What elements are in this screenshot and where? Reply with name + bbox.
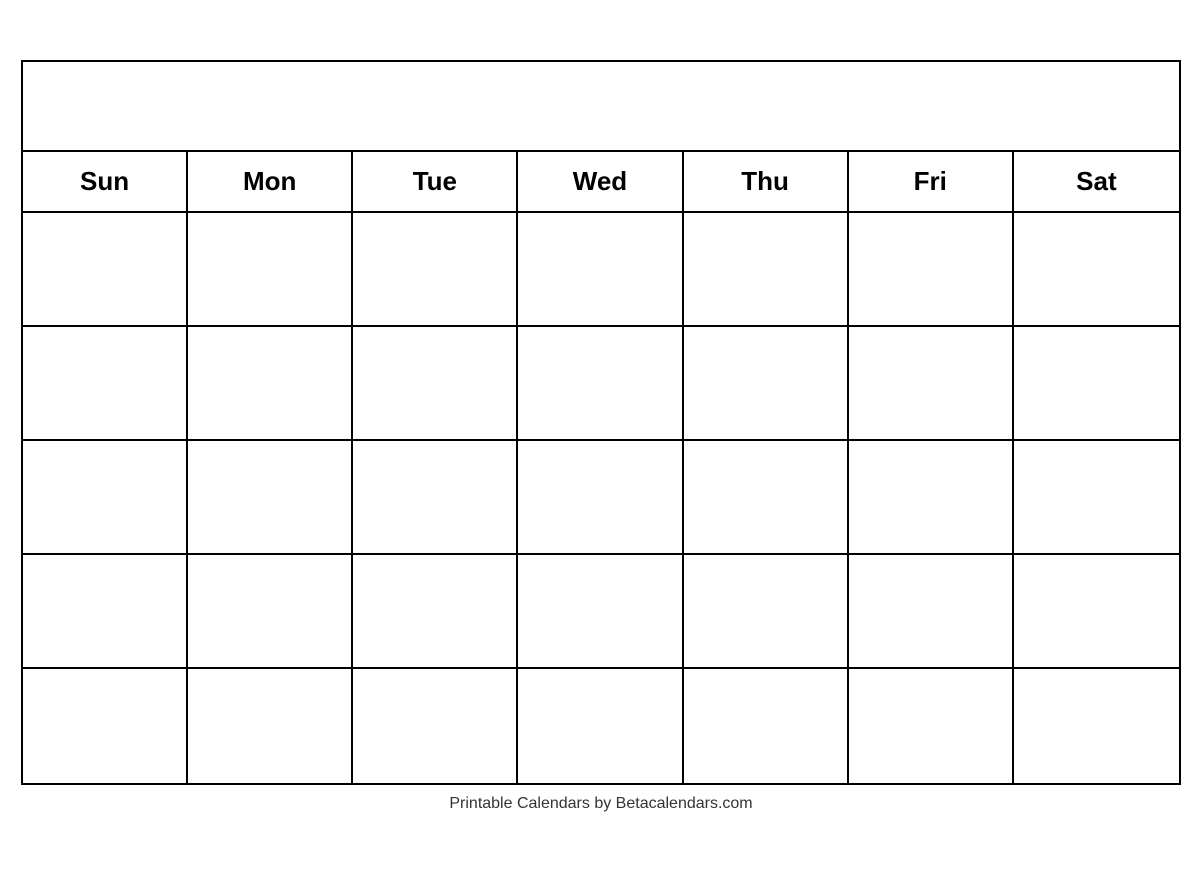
- calendar-week-5: [23, 669, 1179, 783]
- cell-w2-wed[interactable]: [518, 327, 683, 439]
- cell-w2-tue[interactable]: [353, 327, 518, 439]
- header-wed: Wed: [518, 152, 683, 211]
- cell-w4-mon[interactable]: [188, 555, 353, 667]
- cell-w4-tue[interactable]: [353, 555, 518, 667]
- cell-w3-wed[interactable]: [518, 441, 683, 553]
- footer-text: Printable Calendars by Betacalendars.com: [21, 795, 1181, 813]
- cell-w3-thu[interactable]: [684, 441, 849, 553]
- cell-w3-sat[interactable]: [1014, 441, 1179, 553]
- cell-w1-thu[interactable]: [684, 213, 849, 325]
- calendar-wrapper: Sun Mon Tue Wed Thu Fri Sat: [21, 60, 1181, 813]
- calendar-title-row: [23, 62, 1179, 152]
- cell-w1-mon[interactable]: [188, 213, 353, 325]
- cell-w4-fri[interactable]: [849, 555, 1014, 667]
- cell-w5-tue[interactable]: [353, 669, 518, 783]
- calendar-week-4: [23, 555, 1179, 669]
- cell-w5-fri[interactable]: [849, 669, 1014, 783]
- cell-w5-sun[interactable]: [23, 669, 188, 783]
- cell-w5-wed[interactable]: [518, 669, 683, 783]
- header-thu: Thu: [684, 152, 849, 211]
- cell-w2-sun[interactable]: [23, 327, 188, 439]
- calendar-week-2: [23, 327, 1179, 441]
- header-fri: Fri: [849, 152, 1014, 211]
- header-sat: Sat: [1014, 152, 1179, 211]
- cell-w5-mon[interactable]: [188, 669, 353, 783]
- calendar-week-3: [23, 441, 1179, 555]
- cell-w1-tue[interactable]: [353, 213, 518, 325]
- cell-w5-sat[interactable]: [1014, 669, 1179, 783]
- cell-w1-sat[interactable]: [1014, 213, 1179, 325]
- cell-w3-sun[interactable]: [23, 441, 188, 553]
- header-sun: Sun: [23, 152, 188, 211]
- cell-w4-thu[interactable]: [684, 555, 849, 667]
- cell-w2-fri[interactable]: [849, 327, 1014, 439]
- calendar-week-1: [23, 213, 1179, 327]
- cell-w3-tue[interactable]: [353, 441, 518, 553]
- cell-w3-mon[interactable]: [188, 441, 353, 553]
- cell-w3-fri[interactable]: [849, 441, 1014, 553]
- cell-w1-fri[interactable]: [849, 213, 1014, 325]
- cell-w4-wed[interactable]: [518, 555, 683, 667]
- cell-w2-sat[interactable]: [1014, 327, 1179, 439]
- cell-w4-sat[interactable]: [1014, 555, 1179, 667]
- cell-w2-thu[interactable]: [684, 327, 849, 439]
- calendar-container: Sun Mon Tue Wed Thu Fri Sat: [21, 60, 1181, 785]
- cell-w1-wed[interactable]: [518, 213, 683, 325]
- day-header-row: Sun Mon Tue Wed Thu Fri Sat: [23, 152, 1179, 213]
- header-tue: Tue: [353, 152, 518, 211]
- cell-w2-mon[interactable]: [188, 327, 353, 439]
- cell-w1-sun[interactable]: [23, 213, 188, 325]
- header-mon: Mon: [188, 152, 353, 211]
- cell-w4-sun[interactable]: [23, 555, 188, 667]
- calendar-body: [23, 213, 1179, 783]
- cell-w5-thu[interactable]: [684, 669, 849, 783]
